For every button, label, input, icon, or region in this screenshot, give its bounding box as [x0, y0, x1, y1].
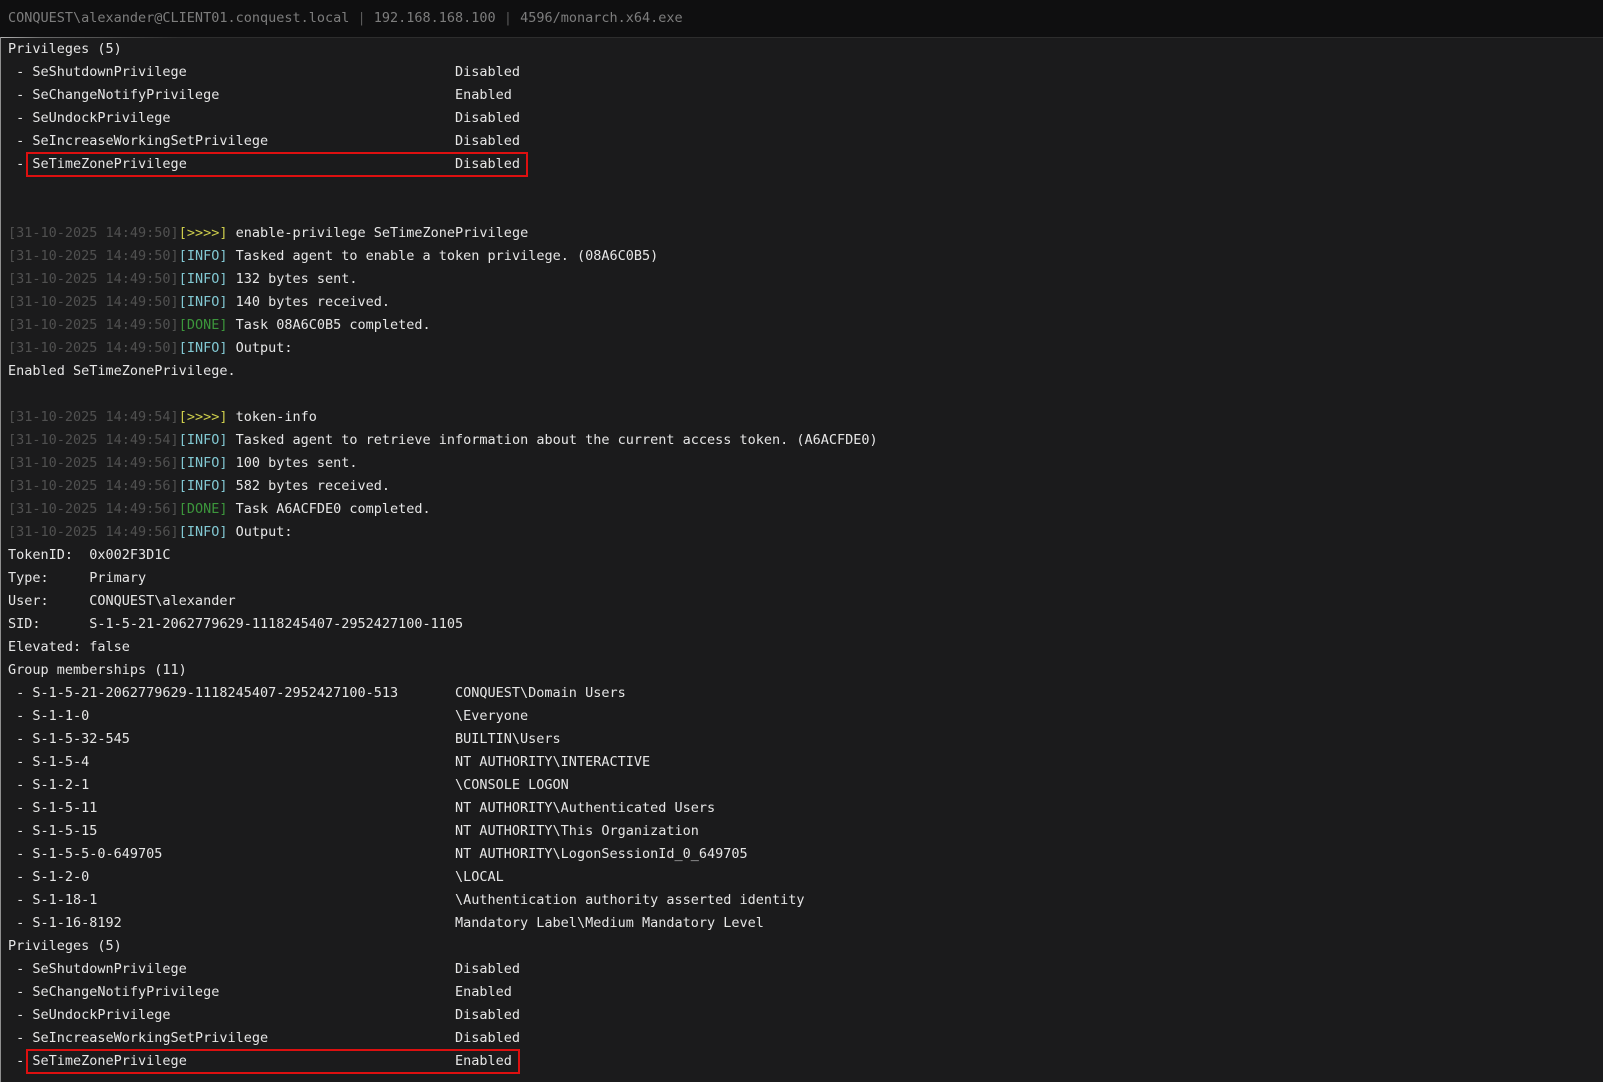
terminal-line: Privileges (5) — [8, 935, 1603, 958]
log-tag-command: [>>>>] — [179, 409, 228, 425]
log-tag-info: [INFO] — [179, 455, 228, 471]
header-separator: | — [496, 10, 520, 26]
terminal-line — [8, 176, 1603, 199]
log-timestamp: [31-10-2025 14:49:56] — [8, 501, 179, 517]
terminal-line: [31-10-2025 14:49:56][DONE] Task A6ACFDE… — [8, 498, 1603, 521]
terminal-line: [31-10-2025 14:49:50][INFO] 140 bytes re… — [8, 291, 1603, 314]
log-timestamp: [31-10-2025 14:49:50] — [8, 225, 179, 241]
log-text: 140 bytes received. — [227, 294, 390, 310]
terminal-line: - SeChangeNotifyPrivilege Enabled — [8, 981, 1603, 1004]
log-tag-info: [INFO] — [179, 248, 228, 264]
log-tag-done: [DONE] — [179, 501, 228, 517]
terminal-line: - S-1-5-5-0-649705 NT AUTHORITY\LogonSes… — [8, 843, 1603, 866]
log-timestamp: [31-10-2025 14:49:56] — [8, 524, 179, 540]
log-text: enable-privilege SeTimeZonePrivilege — [227, 225, 528, 241]
terminal-line: Enabled SeTimeZonePrivilege. — [8, 360, 1603, 383]
log-text: Task A6ACFDE0 completed. — [227, 501, 430, 517]
terminal-line: Privileges (5) — [8, 38, 1603, 61]
log-tag-info: [INFO] — [179, 340, 228, 356]
log-timestamp: [31-10-2025 14:49:50] — [8, 340, 179, 356]
terminal-line: - S-1-5-4 NT AUTHORITY\INTERACTIVE — [8, 751, 1603, 774]
log-text: Tasked agent to retrieve information abo… — [227, 432, 877, 448]
log-timestamp: [31-10-2025 14:49:50] — [8, 271, 179, 287]
terminal-line: - S-1-5-32-545 BUILTIN\Users — [8, 728, 1603, 751]
log-text: Task 08A6C0B5 completed. — [227, 317, 430, 333]
terminal-line: Type: Primary — [8, 567, 1603, 590]
log-text: 100 bytes sent. — [227, 455, 357, 471]
log-timestamp: [31-10-2025 14:49:54] — [8, 409, 179, 425]
terminal-line: [31-10-2025 14:49:56][INFO] 582 bytes re… — [8, 475, 1603, 498]
terminal-line: - S-1-5-21-2062779629-1118245407-2952427… — [8, 682, 1603, 705]
terminal-line: [31-10-2025 14:49:50][>>>>] enable-privi… — [8, 222, 1603, 245]
session-ip: 192.168.168.100 — [374, 10, 496, 26]
terminal-line: [31-10-2025 14:49:50][INFO] Tasked agent… — [8, 245, 1603, 268]
log-text: 582 bytes received. — [227, 478, 390, 494]
terminal-line: Group memberships (11) — [8, 659, 1603, 682]
log-tag-info: [INFO] — [179, 294, 228, 310]
log-timestamp: [31-10-2025 14:49:50] — [8, 248, 179, 264]
log-tag-done: [DONE] — [179, 317, 228, 333]
terminal-line: - S-1-5-15 NT AUTHORITY\This Organizatio… — [8, 820, 1603, 843]
log-tag-info: [INFO] — [179, 524, 228, 540]
terminal-line: User: CONQUEST\alexander — [8, 590, 1603, 613]
header-separator: | — [349, 10, 373, 26]
terminal-line — [8, 199, 1603, 222]
session-identity: CONQUEST\alexander@CLIENT01.conquest.loc… — [8, 10, 349, 26]
session-header: CONQUEST\alexander@CLIENT01.conquest.loc… — [0, 0, 1603, 37]
terminal-line: - SeTimeZonePrivilege Disabled — [8, 153, 1603, 176]
log-text: 132 bytes sent. — [227, 271, 357, 287]
terminal-line: Elevated: false — [8, 636, 1603, 659]
log-text: Output: — [227, 524, 292, 540]
terminal-line: - S-1-1-0 \Everyone — [8, 705, 1603, 728]
log-text: Output: — [227, 340, 292, 356]
terminal-line: - SeShutdownPrivilege Disabled — [8, 958, 1603, 981]
terminal-line: [31-10-2025 14:49:50][DONE] Task 08A6C0B… — [8, 314, 1603, 337]
highlight-box: SeTimeZonePrivilege Disabled — [26, 152, 528, 177]
terminal-line: - SeTimeZonePrivilege Enabled — [8, 1050, 1603, 1073]
terminal-line: [31-10-2025 14:49:50][INFO] 132 bytes se… — [8, 268, 1603, 291]
terminal-line: - SeIncreaseWorkingSetPrivilege Disabled — [8, 130, 1603, 153]
terminal-line: - S-1-18-1 \Authentication authority ass… — [8, 889, 1603, 912]
terminal-line: [31-10-2025 14:49:50][INFO] Output: — [8, 337, 1603, 360]
log-tag-info: [INFO] — [179, 271, 228, 287]
terminal-line: - S-1-2-0 \LOCAL — [8, 866, 1603, 889]
log-timestamp: [31-10-2025 14:49:50] — [8, 317, 179, 333]
terminal-line — [8, 383, 1603, 406]
terminal-output[interactable]: Privileges (5) - SeShutdownPrivilege Dis… — [0, 37, 1603, 1082]
terminal-line: - S-1-5-11 NT AUTHORITY\Authenticated Us… — [8, 797, 1603, 820]
terminal-line: - S-1-16-8192 Mandatory Label\Medium Man… — [8, 912, 1603, 935]
terminal-line: - SeShutdownPrivilege Disabled — [8, 61, 1603, 84]
log-tag-command: [>>>>] — [179, 225, 228, 241]
log-timestamp: [31-10-2025 14:49:56] — [8, 478, 179, 494]
terminal-line: [31-10-2025 14:49:54][INFO] Tasked agent… — [8, 429, 1603, 452]
terminal-line: - S-1-2-1 \CONSOLE LOGON — [8, 774, 1603, 797]
terminal-line: SID: S-1-5-21-2062779629-1118245407-2952… — [8, 613, 1603, 636]
log-timestamp: [31-10-2025 14:49:50] — [8, 294, 179, 310]
log-tag-info: [INFO] — [179, 432, 228, 448]
log-tag-info: [INFO] — [179, 478, 228, 494]
terminal-line: - SeChangeNotifyPrivilege Enabled — [8, 84, 1603, 107]
log-timestamp: [31-10-2025 14:49:54] — [8, 432, 179, 448]
log-text: token-info — [227, 409, 316, 425]
terminal-line: TokenID: 0x002F3D1C — [8, 544, 1603, 567]
terminal-lines: Privileges (5) - SeShutdownPrivilege Dis… — [8, 38, 1603, 1073]
terminal-line: [31-10-2025 14:49:56][INFO] 100 bytes se… — [8, 452, 1603, 475]
terminal-line: - SeUndockPrivilege Disabled — [8, 1004, 1603, 1027]
log-timestamp: [31-10-2025 14:49:56] — [8, 455, 179, 471]
session-process: 4596/monarch.x64.exe — [520, 10, 683, 26]
log-text: Tasked agent to enable a token privilege… — [227, 248, 658, 264]
terminal-line: - SeIncreaseWorkingSetPrivilege Disabled — [8, 1027, 1603, 1050]
terminal-line: [31-10-2025 14:49:56][INFO] Output: — [8, 521, 1603, 544]
terminal-line: [31-10-2025 14:49:54][>>>>] token-info — [8, 406, 1603, 429]
highlight-box: SeTimeZonePrivilege Enabled — [26, 1049, 520, 1074]
terminal-line: - SeUndockPrivilege Disabled — [8, 107, 1603, 130]
